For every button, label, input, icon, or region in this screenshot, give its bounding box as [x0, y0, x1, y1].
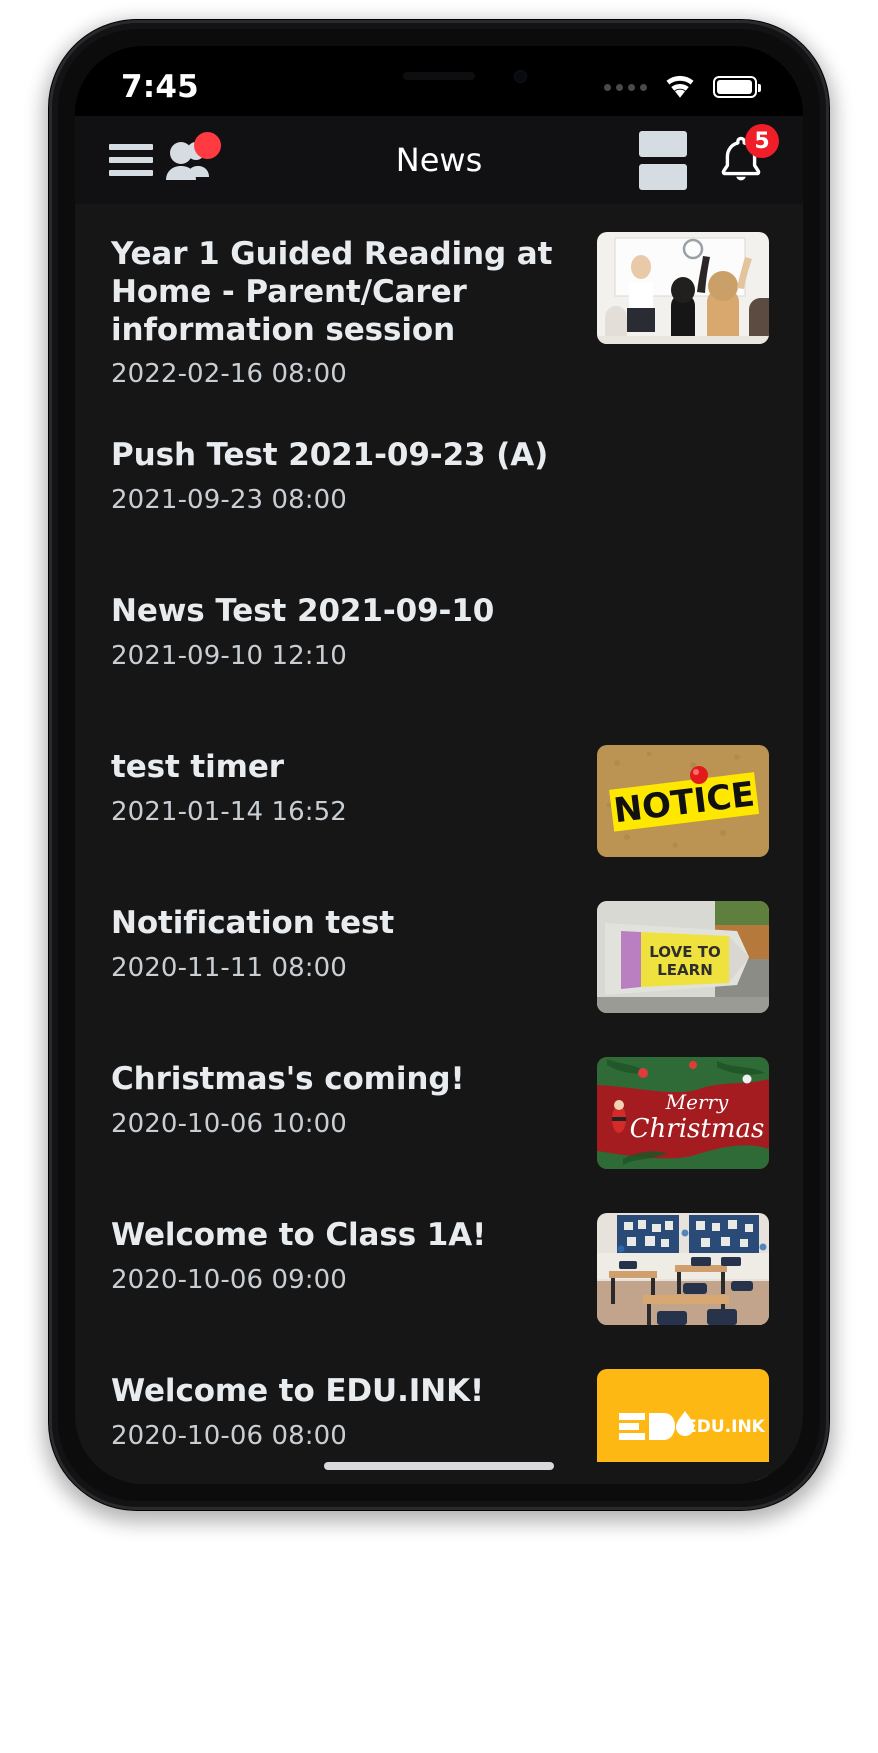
- news-item-text: Push Test 2021-09-23 (A) 2021-09-23 08:0…: [111, 433, 575, 515]
- app-bar-right-group: 5: [639, 124, 779, 190]
- page-title: News: [395, 141, 483, 179]
- news-content-area: Year 1 Guided Reading at Home - Parent/C…: [75, 204, 803, 1484]
- news-item-title: Push Test 2021-09-23 (A): [111, 437, 549, 474]
- list-item[interactable]: test timer 2021-01-14 16:52 NOTICE: [75, 723, 803, 879]
- people-group-button[interactable]: [161, 132, 221, 183]
- svg-text:Christmas: Christmas: [630, 1114, 765, 1144]
- notification-count-badge: 5: [745, 124, 779, 158]
- app-bar-left-group: [109, 132, 221, 183]
- wifi-icon: [661, 71, 699, 104]
- news-item-date: 2021-09-10 12:10: [111, 641, 347, 672]
- news-item-date: 2022-02-16 08:00: [111, 359, 347, 390]
- news-item-text: News Test 2021-09-10 2021-09-10 12:10: [111, 589, 575, 671]
- empty-classroom-photo: [597, 1213, 769, 1326]
- news-item-date: 2020-10-06 09:00: [111, 1265, 347, 1296]
- news-item-text: Christmas's coming! 2020-10-06 10:00: [111, 1057, 575, 1139]
- svg-text:LOVE TO: LOVE TO: [649, 943, 720, 961]
- news-item-text: test timer 2021-01-14 16:52: [111, 745, 575, 827]
- list-item[interactable]: Push Test 2021-09-23 (A) 2021-09-23 08:0…: [75, 411, 803, 567]
- news-item-text: Welcome to EDU.INK! 2020-10-06 08:00: [111, 1369, 575, 1451]
- hamburger-menu-icon[interactable]: [109, 144, 153, 176]
- status-indicators: [604, 71, 761, 104]
- classroom-hands-raised-photo: [597, 232, 769, 344]
- list-item[interactable]: Welcome to Class 1A! 2020-10-06 09:00: [75, 1191, 803, 1347]
- news-item-text: Year 1 Guided Reading at Home - Parent/C…: [111, 232, 575, 389]
- signal-dots-icon: [604, 83, 647, 91]
- svg-text:EDU.INK: EDU.INK: [685, 1417, 766, 1437]
- list-item[interactable]: Year 1 Guided Reading at Home - Parent/C…: [75, 210, 803, 411]
- news-item-title: Welcome to Class 1A!: [111, 1217, 487, 1254]
- list-item[interactable]: Christmas's coming! 2020-10-06 10:00 Mer…: [75, 1035, 803, 1191]
- home-indicator[interactable]: [324, 1462, 554, 1470]
- news-item-date: 2020-11-11 08:00: [111, 953, 347, 984]
- news-item-date: 2021-01-14 16:52: [111, 797, 347, 828]
- status-bar: 7:45: [75, 46, 803, 116]
- phone-screen: 7:45 News 5 Year 1 Guided Reading at Hom…: [75, 46, 803, 1484]
- news-item-title: News Test 2021-09-10: [111, 593, 495, 630]
- news-item-date: 2020-10-06 10:00: [111, 1109, 347, 1140]
- list-item[interactable]: Notification test 2020-11-11 08:00 LOVE …: [75, 879, 803, 1035]
- news-item-no-thumbnail: [597, 433, 769, 545]
- list-item[interactable]: News Test 2021-09-10 2021-09-10 12:10: [75, 567, 803, 723]
- svg-text:LEARN: LEARN: [657, 961, 713, 979]
- news-item-title: Welcome to EDU.INK!: [111, 1373, 485, 1410]
- notification-bell-icon: [713, 136, 769, 192]
- news-item-title: Christmas's coming!: [111, 1061, 465, 1098]
- notice-corkboard-photo: NOTICE: [597, 745, 769, 858]
- news-item-title: Year 1 Guided Reading at Home - Parent/C…: [111, 236, 553, 348]
- news-item-date: 2021-09-23 08:00: [111, 485, 347, 516]
- news-item-text: Welcome to Class 1A! 2020-10-06 09:00: [111, 1213, 575, 1295]
- battery-icon: [713, 76, 761, 98]
- news-item-date: 2020-10-06 08:00: [111, 1421, 347, 1452]
- news-item-no-thumbnail: [597, 589, 769, 701]
- merry-christmas-photo: Merry Christmas: [597, 1057, 769, 1170]
- stacked-layout-icon[interactable]: [639, 130, 687, 190]
- people-notification-dot: [194, 132, 221, 159]
- phone-device-frame: 7:45 News 5 Year 1 Guided Reading at Hom…: [49, 20, 829, 1510]
- notification-bell-button[interactable]: 5: [713, 124, 779, 188]
- status-time: 7:45: [121, 69, 199, 105]
- news-list[interactable]: Year 1 Guided Reading at Home - Parent/C…: [75, 204, 803, 1484]
- news-item-title: test timer: [111, 749, 284, 786]
- news-item-text: Notification test 2020-11-11 08:00: [111, 901, 575, 983]
- love-to-learn-pencil-photo: LOVE TO LEARN: [597, 901, 769, 1014]
- app-bar: News 5: [75, 116, 803, 204]
- svg-text:Merry: Merry: [665, 1090, 729, 1114]
- screenshot-stage: 7:45 News 5 Year 1 Guided Reading at Hom…: [0, 0, 878, 1753]
- news-item-title: Notification test: [111, 905, 395, 942]
